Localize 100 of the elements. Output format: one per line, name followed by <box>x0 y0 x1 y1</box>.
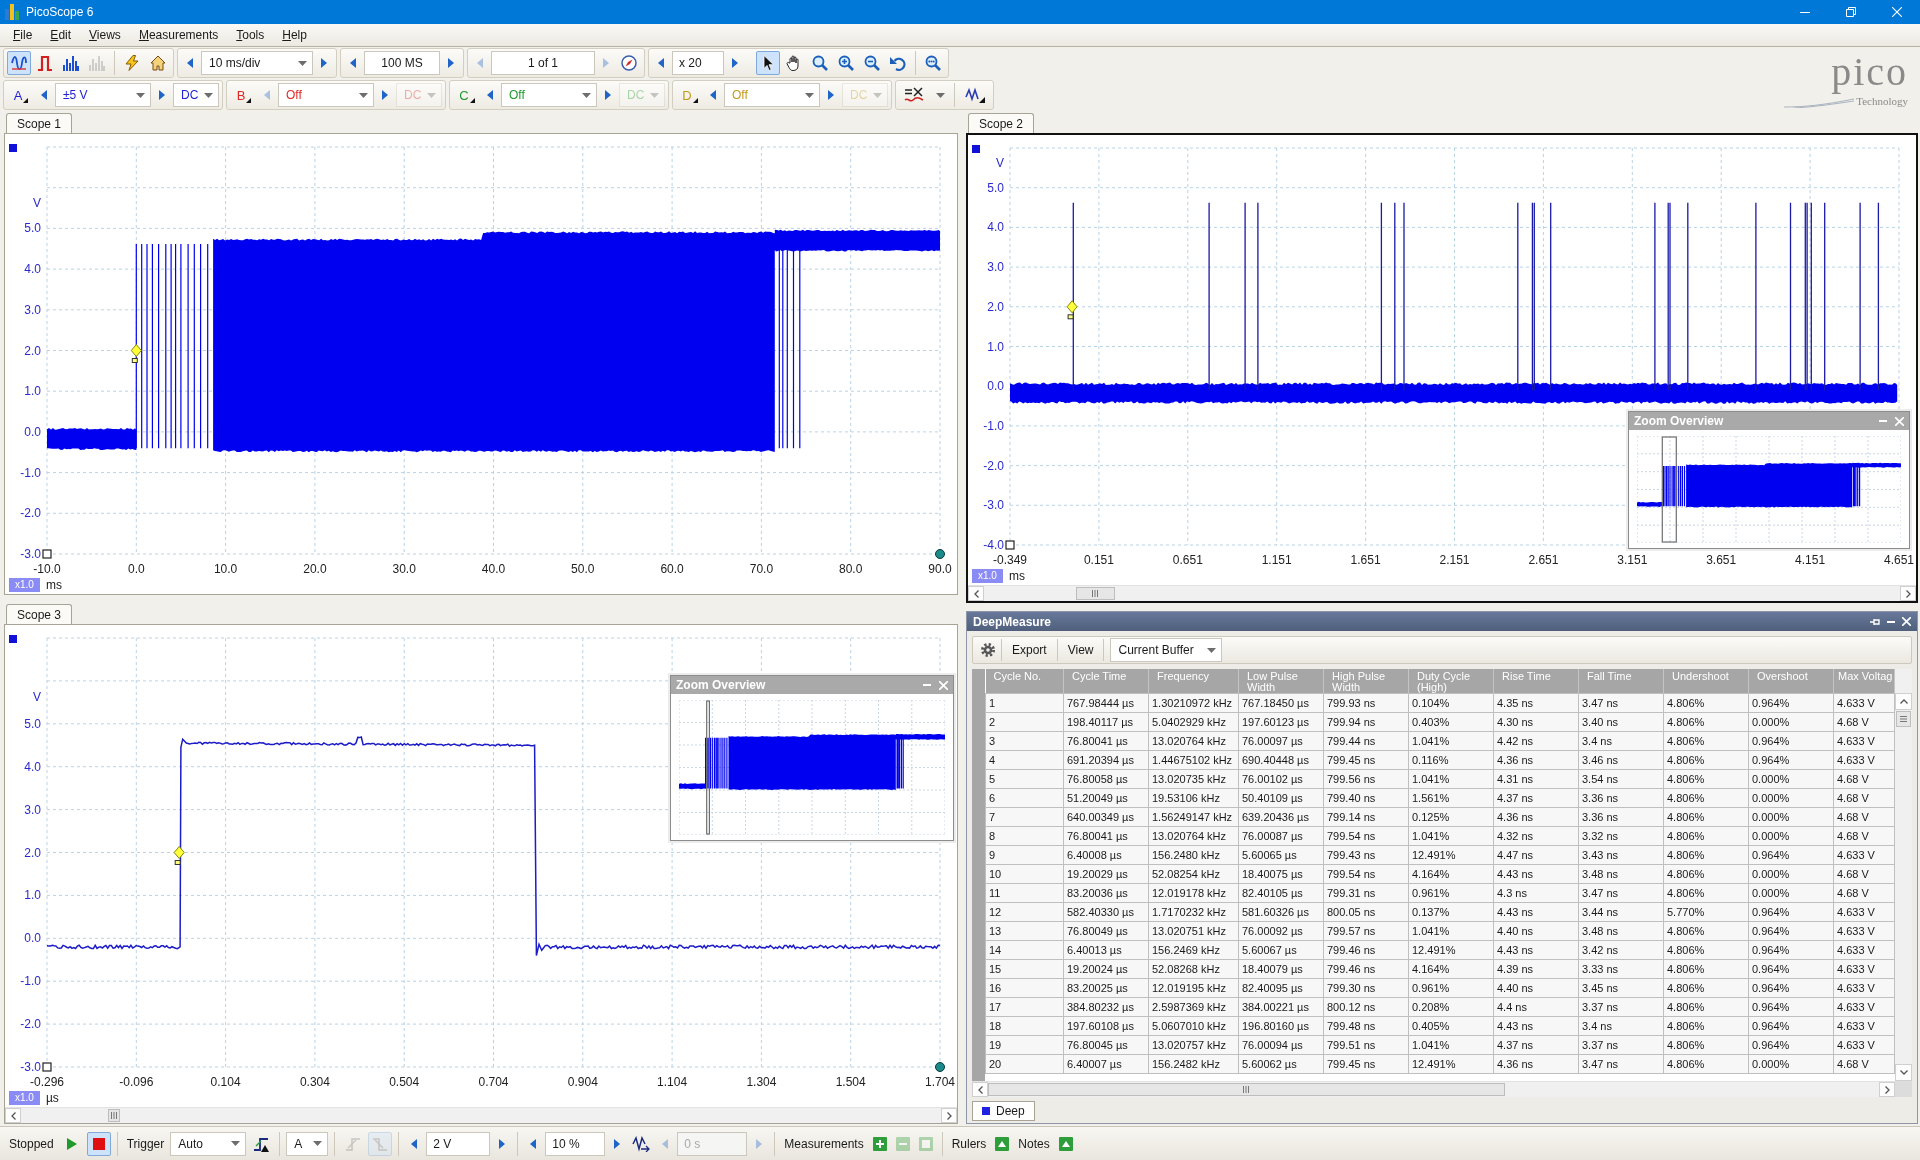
grip-icon <box>1092 590 1099 597</box>
axis-tick-label: 3.0 <box>24 302 41 317</box>
axis-tick-label: 0.104 <box>210 1075 241 1089</box>
measurements-label: Measurements <box>783 1136 865 1151</box>
round-handle-icon[interactable] <box>935 1062 945 1072</box>
stop-button[interactable] <box>86 1131 111 1156</box>
axis-unit-label: ms <box>1008 569 1025 583</box>
axis-tick-label: 1.704 <box>925 1075 955 1089</box>
trigger-marker-icon[interactable] <box>1066 300 1078 320</box>
close-button[interactable] <box>1902 617 1911 626</box>
view-mode-button[interactable] <box>7 51 31 75</box>
horizontal-scrollbar[interactable] <box>5 1107 957 1123</box>
window-title: Zoom Overview <box>676 678 767 692</box>
channel-button[interactable]: B <box>230 83 256 107</box>
horizontal-scrollbar[interactable] <box>968 585 1916 601</box>
view-tab[interactable]: Scope 2 <box>968 113 1035 133</box>
notes-label: Notes <box>1017 1136 1051 1151</box>
scrollbar-thumb[interactable] <box>1075 587 1115 600</box>
round-handle-icon[interactable] <box>935 549 945 559</box>
triangle-right-icon <box>603 58 609 68</box>
pin-icon <box>1870 617 1880 626</box>
scroll-right-button[interactable] <box>1900 586 1916 601</box>
select-dropdown[interactable]: 10 ms/div <box>201 51 313 75</box>
scroll-left-button[interactable] <box>968 586 984 601</box>
value-field[interactable]: 100 MS <box>364 51 440 75</box>
axis-tick-label: 10.0 <box>213 562 238 576</box>
minimize-button[interactable] <box>1887 620 1895 623</box>
trigger-marker-icon[interactable] <box>173 846 185 865</box>
menu-item[interactable]: Measurements <box>129 26 228 44</box>
axis-tick-label: -3.0 <box>983 498 1004 513</box>
axis-tick-label: 20.0 <box>303 562 327 576</box>
scroll-right-button[interactable] <box>1879 1082 1895 1097</box>
table-cell: 767.18450 µs <box>1238 693 1324 713</box>
select-dropdown[interactable]: A <box>286 1131 329 1156</box>
axis-tick-label: 2.0 <box>987 299 1004 314</box>
viewport-frame[interactable] <box>706 700 710 835</box>
scroll-left-button[interactable] <box>5 1108 21 1123</box>
select-dropdown[interactable]: Auto <box>170 1131 247 1156</box>
scrollbar-thumb[interactable] <box>988 1083 1505 1096</box>
caret-down-icon <box>313 1141 323 1146</box>
square-handle-icon[interactable] <box>42 1062 52 1072</box>
scroll-left-button[interactable] <box>972 1082 988 1097</box>
menu-item[interactable]: File <box>4 26 42 44</box>
viewport-frame[interactable] <box>1661 436 1677 543</box>
close-icon <box>1902 617 1911 626</box>
select-dropdown[interactable]: Current Buffer <box>1110 638 1223 662</box>
value-field[interactable]: x 20 <box>672 51 724 75</box>
minimize-icon <box>1887 620 1895 623</box>
axis-tick-label: 30.0 <box>392 562 416 576</box>
square-handle-icon[interactable] <box>1005 540 1015 550</box>
select-dropdown[interactable]: DC <box>173 83 219 107</box>
axis-tick-label: 0.704 <box>478 1075 509 1089</box>
value-field[interactable]: 10 % <box>545 1131 606 1156</box>
vertical-scrollbar[interactable] <box>1895 669 1912 1081</box>
scroll-down-button[interactable] <box>1895 1064 1912 1081</box>
trigger-label: Trigger <box>125 1136 166 1151</box>
scrollbar-thumb[interactable] <box>1896 711 1911 727</box>
axis-tick-label: 70.0 <box>749 562 774 576</box>
panel-tab[interactable]: Deep <box>972 1101 1035 1121</box>
trigger-marker-icon[interactable] <box>130 344 142 363</box>
value-field[interactable]: 2 V <box>426 1131 491 1156</box>
tool-button[interactable] <box>756 51 780 75</box>
caret-down-icon <box>650 92 660 98</box>
menu-item[interactable]: Edit <box>41 26 81 44</box>
caret-down-icon <box>204 92 214 98</box>
axis-tick-label: 40.0 <box>481 562 506 576</box>
export-button[interactable]: Export <box>1002 638 1057 662</box>
triangle-right-icon <box>756 1138 763 1149</box>
view-tab[interactable]: Scope 1 <box>6 113 73 133</box>
square-handle-icon[interactable] <box>42 549 52 559</box>
axis-tick-label: 2.651 <box>1528 553 1559 567</box>
scroll-up-button[interactable] <box>1895 693 1912 710</box>
view-button[interactable]: View <box>1057 638 1104 662</box>
scroll-right-button[interactable] <box>941 1108 957 1123</box>
scrollbar-thumb[interactable] <box>108 1109 121 1122</box>
select-dropdown[interactable]: ±5 V <box>55 83 151 107</box>
axis-tick-label: -2.0 <box>983 458 1004 473</box>
menu-item[interactable]: Tools <box>227 26 274 44</box>
pin-button[interactable] <box>1870 617 1880 626</box>
axis-tick-label: -0.296 <box>30 1075 64 1089</box>
chevron-right-icon <box>1905 589 1911 598</box>
table-cell: 1.30210972 kHz <box>1148 693 1239 713</box>
table-cell: 3.47 ns <box>1578 693 1664 713</box>
view-tab[interactable]: Scope 3 <box>6 604 73 624</box>
menu-item[interactable]: Views <box>80 26 130 44</box>
menu-item[interactable]: Help <box>273 26 316 44</box>
select-dropdown[interactable]: Off <box>501 83 597 107</box>
settings-icon <box>980 642 996 658</box>
axis-unit-label: V <box>33 195 41 210</box>
channel-button[interactable]: A <box>7 83 33 107</box>
axis-tick-label: 1.0 <box>24 384 41 399</box>
horizontal-scrollbar[interactable] <box>972 1081 1895 1097</box>
grip-icon <box>1243 1086 1250 1093</box>
value-field[interactable]: 1 of 1 <box>491 51 595 75</box>
magnifier-icon <box>812 55 828 71</box>
lightning-icon <box>125 55 139 71</box>
table-cell: 799.93 ns <box>1323 693 1409 713</box>
axis-tick-label: 4.0 <box>987 220 1004 235</box>
triangle-right-icon <box>382 90 388 100</box>
select-dropdown[interactable]: Off <box>278 83 374 107</box>
